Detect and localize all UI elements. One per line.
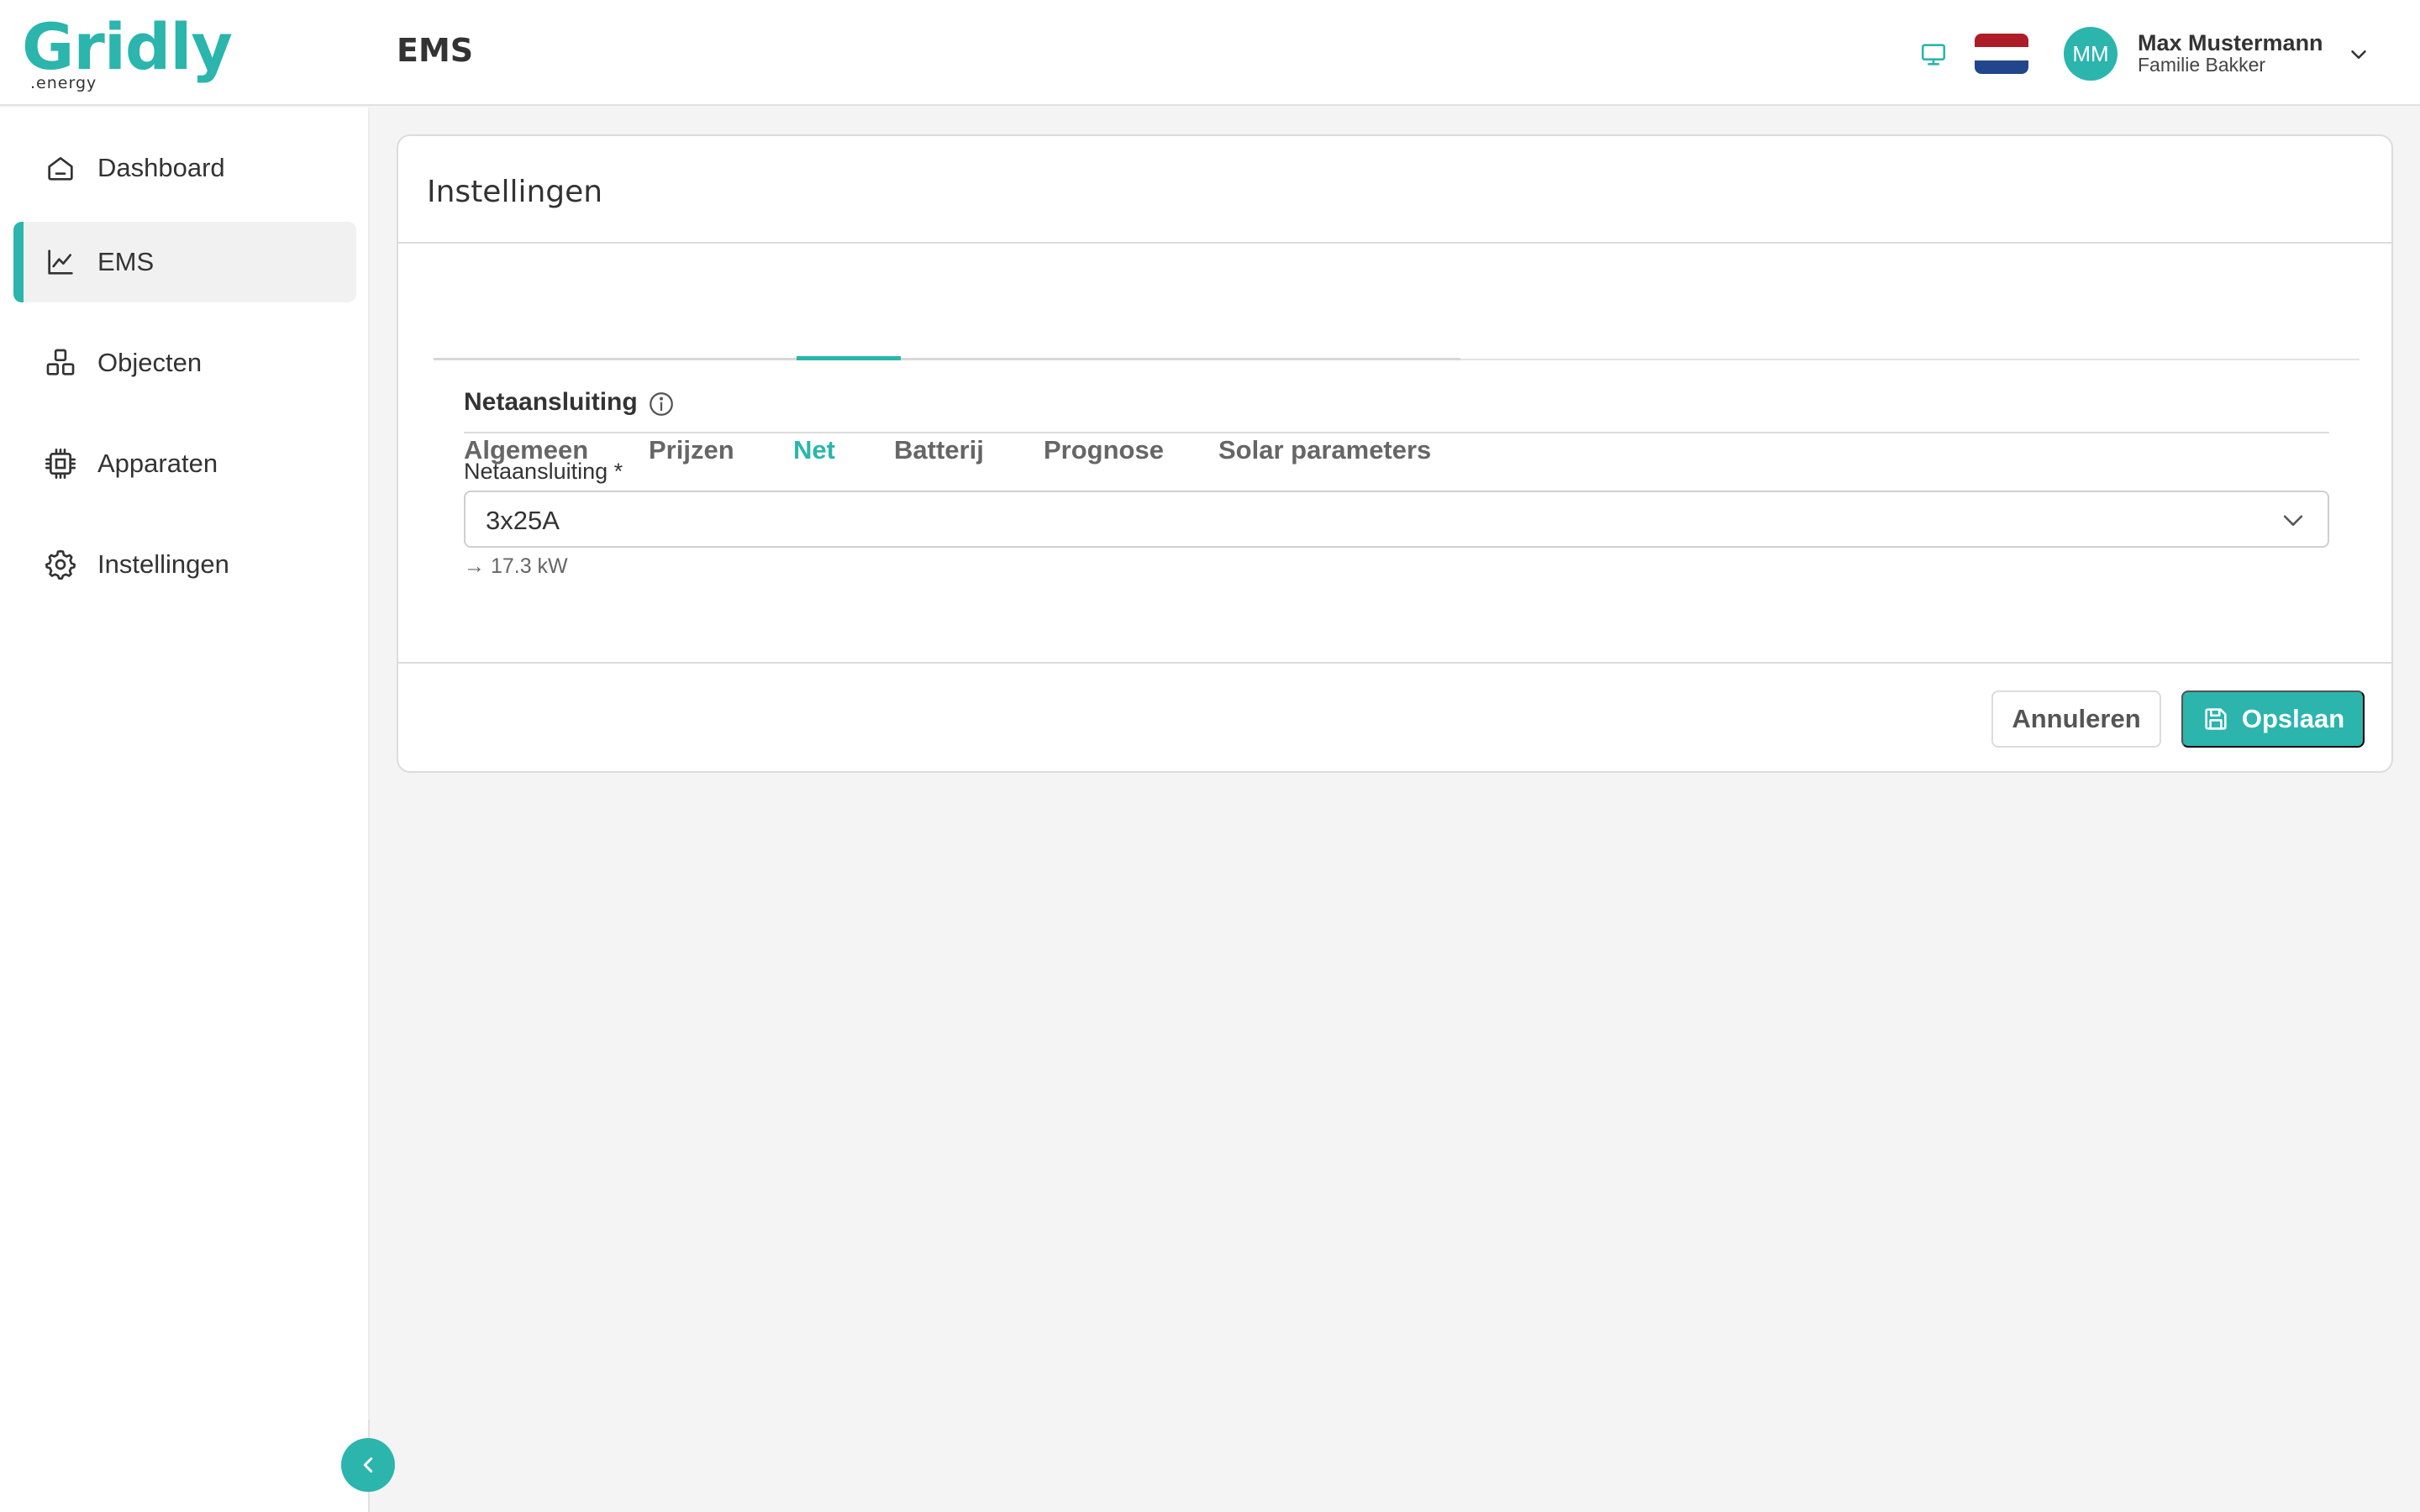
sidebar: Dashboard EMS Objecten Apparaten Instell… (0, 108, 370, 1512)
logo-wordmark: Gridly (22, 9, 233, 84)
home-icon (48, 157, 73, 181)
chart-line-icon (48, 249, 73, 275)
tab-net[interactable]: Net (793, 435, 835, 465)
logo-suffix: .energy (30, 74, 97, 92)
tab-prijzen[interactable]: Prijzen (649, 435, 734, 465)
save-icon (2205, 708, 2227, 730)
tab-batterij[interactable]: Batterij (894, 435, 984, 465)
section-divider (464, 432, 2329, 433)
section-title: Netaansluiting (464, 388, 638, 416)
settings-card: Instellingen Algemeen Prijzen Net Batter… (397, 134, 2393, 773)
info-icon[interactable] (647, 390, 676, 418)
page-heading: EMS (397, 32, 474, 69)
tab-bar (434, 356, 2360, 361)
gear-icon (45, 549, 76, 580)
sidebar-item-label: Dashboard (97, 153, 225, 182)
flag-stripe-white (1975, 47, 2028, 60)
sidebar-item-label: Apparaten (97, 449, 218, 478)
sidebar-item-label: EMS (97, 247, 155, 276)
sidebar-item-label: Objecten (97, 348, 203, 377)
power-hint: → 17.3 kW (464, 554, 568, 578)
netaansluiting-label: Netaansluiting * (464, 459, 623, 484)
chevron-down-icon[interactable] (2346, 42, 2371, 67)
monitor-icon[interactable] (1919, 40, 1948, 69)
user-household[interactable]: Familie Bakker (2138, 54, 2265, 76)
sidebar-item-apparaten[interactable]: Apparaten (13, 423, 356, 504)
cancel-button[interactable]: Annuleren (1991, 690, 2161, 748)
save-button-label: Opslaan (2241, 704, 2345, 733)
user-avatar[interactable]: MM (2064, 27, 2118, 81)
top-bar: Gridly .energy EMS MM Max Mustermann Fam… (0, 0, 2420, 106)
sidebar-item-instellingen[interactable]: Instellingen (13, 524, 356, 605)
netaansluiting-select[interactable]: 3x25A (464, 491, 2329, 548)
chevron-left-icon (363, 1457, 373, 1473)
sidebar-item-dashboard[interactable]: Dashboard (13, 128, 356, 208)
tab-solar-parameters[interactable]: Solar parameters (1218, 435, 1431, 465)
save-button[interactable]: Opslaan (2181, 690, 2365, 748)
settings-card-title: Instellingen (427, 175, 603, 209)
flag-stripe-blue (1975, 60, 2028, 74)
select-value: 3x25A (486, 506, 560, 535)
chevron-down-icon (2283, 515, 2303, 526)
sidebar-collapse-button[interactable] (341, 1438, 395, 1492)
objects-icon (46, 349, 75, 375)
netherlands-flag-icon[interactable] (1975, 34, 2028, 74)
tab-prognose[interactable]: Prognose (1044, 435, 1164, 465)
chip-icon (45, 449, 76, 479)
user-name[interactable]: Max Mustermann (2138, 30, 2323, 56)
gridly-logo[interactable]: Gridly .energy (22, 9, 233, 93)
sidebar-item-label: Instellingen (97, 549, 229, 579)
card-header-divider (398, 242, 2391, 244)
card-footer-divider (398, 662, 2391, 664)
sidebar-item-objecten[interactable]: Objecten (13, 323, 356, 403)
flag-stripe-red (1975, 34, 2028, 47)
sidebar-item-ems[interactable]: EMS (13, 222, 356, 302)
tab-underline (434, 358, 1460, 360)
tab-active-indicator (797, 356, 901, 360)
tab-line-right (1460, 359, 2360, 360)
